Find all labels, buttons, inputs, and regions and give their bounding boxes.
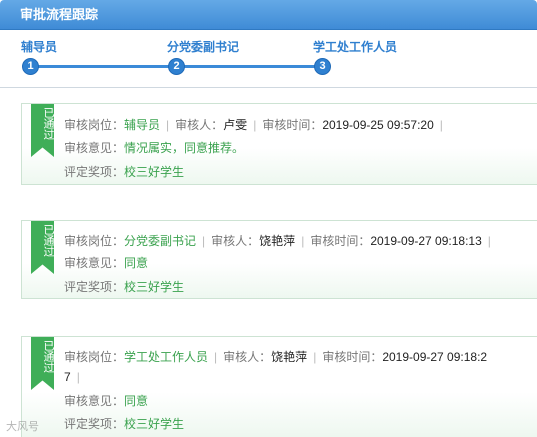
approved-status: 已通过 <box>42 224 54 257</box>
record-award-line: 评定奖项：校三好学生 <box>64 278 184 295</box>
time-value-wrap: 7 <box>64 370 71 384</box>
opinion-label: 审核意见： <box>64 256 125 270</box>
time-label: 审核时间： <box>310 234 371 248</box>
approved-status: 已通过 <box>42 340 54 373</box>
opinion-label: 审核意见： <box>64 141 125 155</box>
approval-record: 已通过 审核岗位：辅导员 | 审核人：卢雯 | 审核时间：2019-09-25 09:5… <box>21 103 537 185</box>
approval-record: 已通过 审核岗位：分党委副书记 | 审核人：饶艳萍 | 审核时间：2019-09-27 … <box>21 220 537 299</box>
record-info-line: 审核岗位：分党委副书记 | 审核人：饶艳萍 | 审核时间：2019-09-27 09:1… <box>64 232 497 249</box>
record-info-line-wrap: 7 | <box>64 370 86 384</box>
reviewer-value: 饶艳萍 <box>259 234 296 248</box>
opinion-label: 审核意见： <box>64 394 125 408</box>
separator: | <box>214 350 218 364</box>
separator: | <box>487 234 491 248</box>
watermark: 大风号 <box>6 421 39 433</box>
record-info-line: 审核岗位：辅导员 | 审核人：卢雯 | 审核时间：2019-09-25 09:57:20… <box>64 116 449 133</box>
position-value: 辅导员 <box>124 118 161 132</box>
opinion-value: 同意 <box>124 256 149 270</box>
award-label: 评定奖项： <box>64 165 125 179</box>
window-title: 审批流程跟踪 <box>0 0 537 30</box>
opinion-value: 情况属实，同意推荐。 <box>124 141 245 155</box>
reviewer-value: 饶艳萍 <box>271 350 308 364</box>
position-value: 分党委副书记 <box>124 234 197 248</box>
record-award-line: 评定奖项：校三好学生 <box>64 163 184 180</box>
step-dot-2: 2 <box>168 58 185 75</box>
step-label-1: 辅导员 <box>21 40 58 54</box>
time-label: 审核时间： <box>322 350 383 364</box>
approval-record: 已通过 审核岗位：学工处工作人员 | 审核人：饶艳萍 | 审核时间：2019-09-27… <box>21 336 537 437</box>
approved-ribbon: 已通过 <box>31 221 54 274</box>
award-value: 校三好学生 <box>124 417 185 431</box>
award-label: 评定奖项： <box>64 280 125 294</box>
separator: | <box>439 118 443 132</box>
reviewer-label: 审核人： <box>211 234 260 248</box>
separator: | <box>253 118 257 132</box>
approved-ribbon: 已通过 <box>31 337 54 390</box>
reviewer-value: 卢雯 <box>223 118 248 132</box>
separator: | <box>313 350 317 364</box>
record-info-line: 审核岗位：学工处工作人员 | 审核人：饶艳萍 | 审核时间：2019-09-27 09:… <box>64 348 487 365</box>
record-opinion-line: 审核意见：同意 <box>64 254 148 271</box>
step-dot-1: 1 <box>22 58 39 75</box>
separator: | <box>202 234 206 248</box>
award-value: 校三好学生 <box>124 165 185 179</box>
section-divider <box>0 87 537 88</box>
approved-ribbon: 已通过 <box>31 104 54 157</box>
position-value: 学工处工作人员 <box>124 350 209 364</box>
award-value: 校三好学生 <box>124 280 185 294</box>
step-label-2: 分党委副书记 <box>167 40 240 54</box>
position-label: 审核岗位： <box>64 234 125 248</box>
record-award-line: 评定奖项：校三好学生 <box>64 415 184 432</box>
reviewer-label: 审核人： <box>175 118 224 132</box>
time-label: 审核时间： <box>262 118 323 132</box>
step-dot-3: 3 <box>314 58 331 75</box>
time-value: 2019-09-27 09:18:13 <box>370 234 482 248</box>
position-label: 审核岗位： <box>64 350 125 364</box>
record-opinion-line: 审核意见：同意 <box>64 392 148 409</box>
separator: | <box>166 118 170 132</box>
time-value: 2019-09-27 09:18:2 <box>382 350 488 364</box>
award-label: 评定奖项： <box>64 417 125 431</box>
time-value: 2019-09-25 09:57:20 <box>322 118 434 132</box>
reviewer-label: 审核人： <box>223 350 272 364</box>
approval-steps: 辅导员 分党委副书记 学工处工作人员 1 2 3 <box>0 38 537 78</box>
step-label-3: 学工处工作人员 <box>313 40 398 54</box>
opinion-value: 同意 <box>124 394 149 408</box>
separator: | <box>301 234 305 248</box>
approved-status: 已通过 <box>42 107 54 140</box>
record-opinion-line: 审核意见：情况属实，同意推荐。 <box>64 139 244 156</box>
separator: | <box>76 370 80 384</box>
position-label: 审核岗位： <box>64 118 125 132</box>
